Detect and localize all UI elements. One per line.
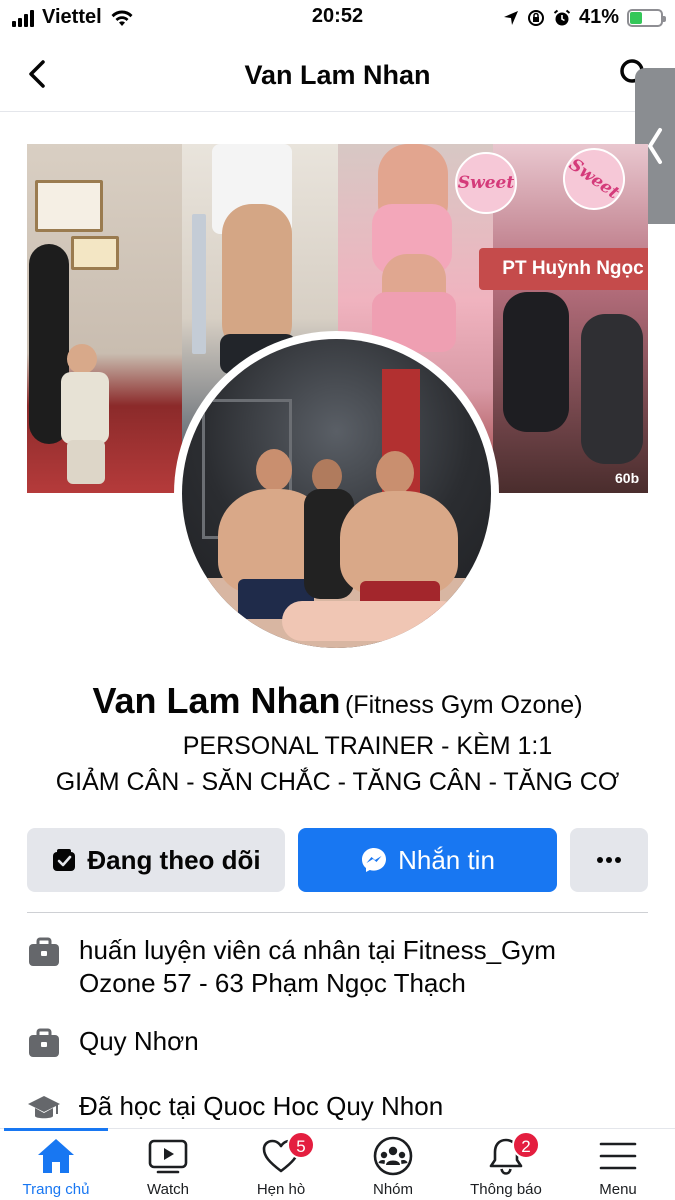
tab-dating[interactable]: 5 Hẹn hò [225, 1131, 337, 1198]
battery-icon [627, 8, 666, 27]
tab-home[interactable]: Trang chủ [0, 1135, 112, 1198]
info-text: huấn luyện viên cá nhân tại Fitness_Gym … [79, 935, 556, 998]
status-bar: Viettel 20:52 41% [0, 0, 675, 36]
following-icon [53, 849, 76, 871]
info-text: Quy Nhơn [79, 1026, 199, 1056]
active-tab-indicator [4, 1128, 108, 1131]
bottom-tab-bar: Trang chủ Watch 5 Hẹn hò Nhóm 2 Thông bá… [0, 1128, 675, 1200]
message-button[interactable]: Nhắn tin [298, 828, 557, 892]
briefcase-icon [29, 1028, 59, 1057]
more-dots-icon [597, 857, 621, 863]
tab-watch[interactable]: Watch [112, 1135, 224, 1198]
profile-header: Van Lam Nhan [0, 40, 675, 112]
battery-percent: 41% [578, 6, 619, 28]
tab-label: Watch [147, 1181, 189, 1198]
bio-line: PERSONAL TRAINER - KÈM 1:1 [182, 732, 553, 760]
tab-label: Thông báo [470, 1181, 542, 1198]
following-button[interactable]: Đang theo dõi [27, 828, 285, 892]
chevron-left-icon [648, 128, 662, 164]
profile-name: Van Lam Nhan [92, 680, 341, 721]
following-label: Đang theo dõi [87, 844, 261, 875]
cover-panel [27, 144, 183, 493]
briefcase-icon [29, 937, 59, 966]
bio-line: GIẢM CÂN - SĂN CHẮC - TĂNG CÂN - TĂNG CƠ [55, 768, 620, 796]
alarm-icon [553, 9, 571, 25]
info-item-work: huấn luyện viên cá nhân tại Fitness_Gym … [27, 934, 639, 1000]
tab-label: Hẹn hò [256, 1181, 306, 1198]
notification-badge: 5 [287, 1131, 315, 1159]
divider [27, 912, 648, 913]
profile-avatar[interactable] [174, 331, 499, 656]
page-title: Van Lam Nhan [244, 60, 431, 90]
tab-menu[interactable]: Menu [562, 1135, 674, 1198]
avatar-photo [182, 339, 491, 648]
more-options-button[interactable] [570, 828, 648, 892]
graduation-cap-icon [28, 1096, 60, 1119]
profile-name-line: Van Lam Nhan (Fitness Gym Ozone) [0, 680, 675, 722]
cover-caption: PT Huỳnh Ngọc [479, 248, 648, 290]
tab-label: Nhóm [372, 1181, 413, 1198]
status-right: 41% [503, 6, 666, 29]
menu-icon [599, 1142, 637, 1170]
location-arrow-icon [503, 10, 518, 25]
cover-badge: 60b [615, 470, 640, 486]
message-label: Nhắn tin [398, 844, 495, 875]
info-text: Đã học tại Quoc Hoc Quy Nhon [79, 1091, 444, 1121]
notification-badge: 2 [512, 1131, 540, 1159]
info-item-location: Quy Nhơn [27, 1025, 639, 1061]
tab-groups[interactable]: Nhóm [337, 1135, 449, 1198]
info-item-education: Đã học tại Quoc Hoc Quy Nhon [27, 1090, 639, 1126]
orientation-lock-icon [527, 9, 544, 26]
tab-notifications[interactable]: 2 Thông báo [450, 1131, 562, 1198]
sweet-sticker: Sweet [455, 152, 517, 214]
tab-label: Trang chủ [22, 1181, 90, 1198]
home-icon [38, 1139, 74, 1173]
watch-video-icon [148, 1139, 188, 1174]
groups-icon [373, 1136, 413, 1176]
tab-label: Menu [599, 1181, 637, 1198]
profile-alt-name: (Fitness Gym Ozone) [344, 691, 583, 719]
messenger-icon [362, 848, 387, 872]
